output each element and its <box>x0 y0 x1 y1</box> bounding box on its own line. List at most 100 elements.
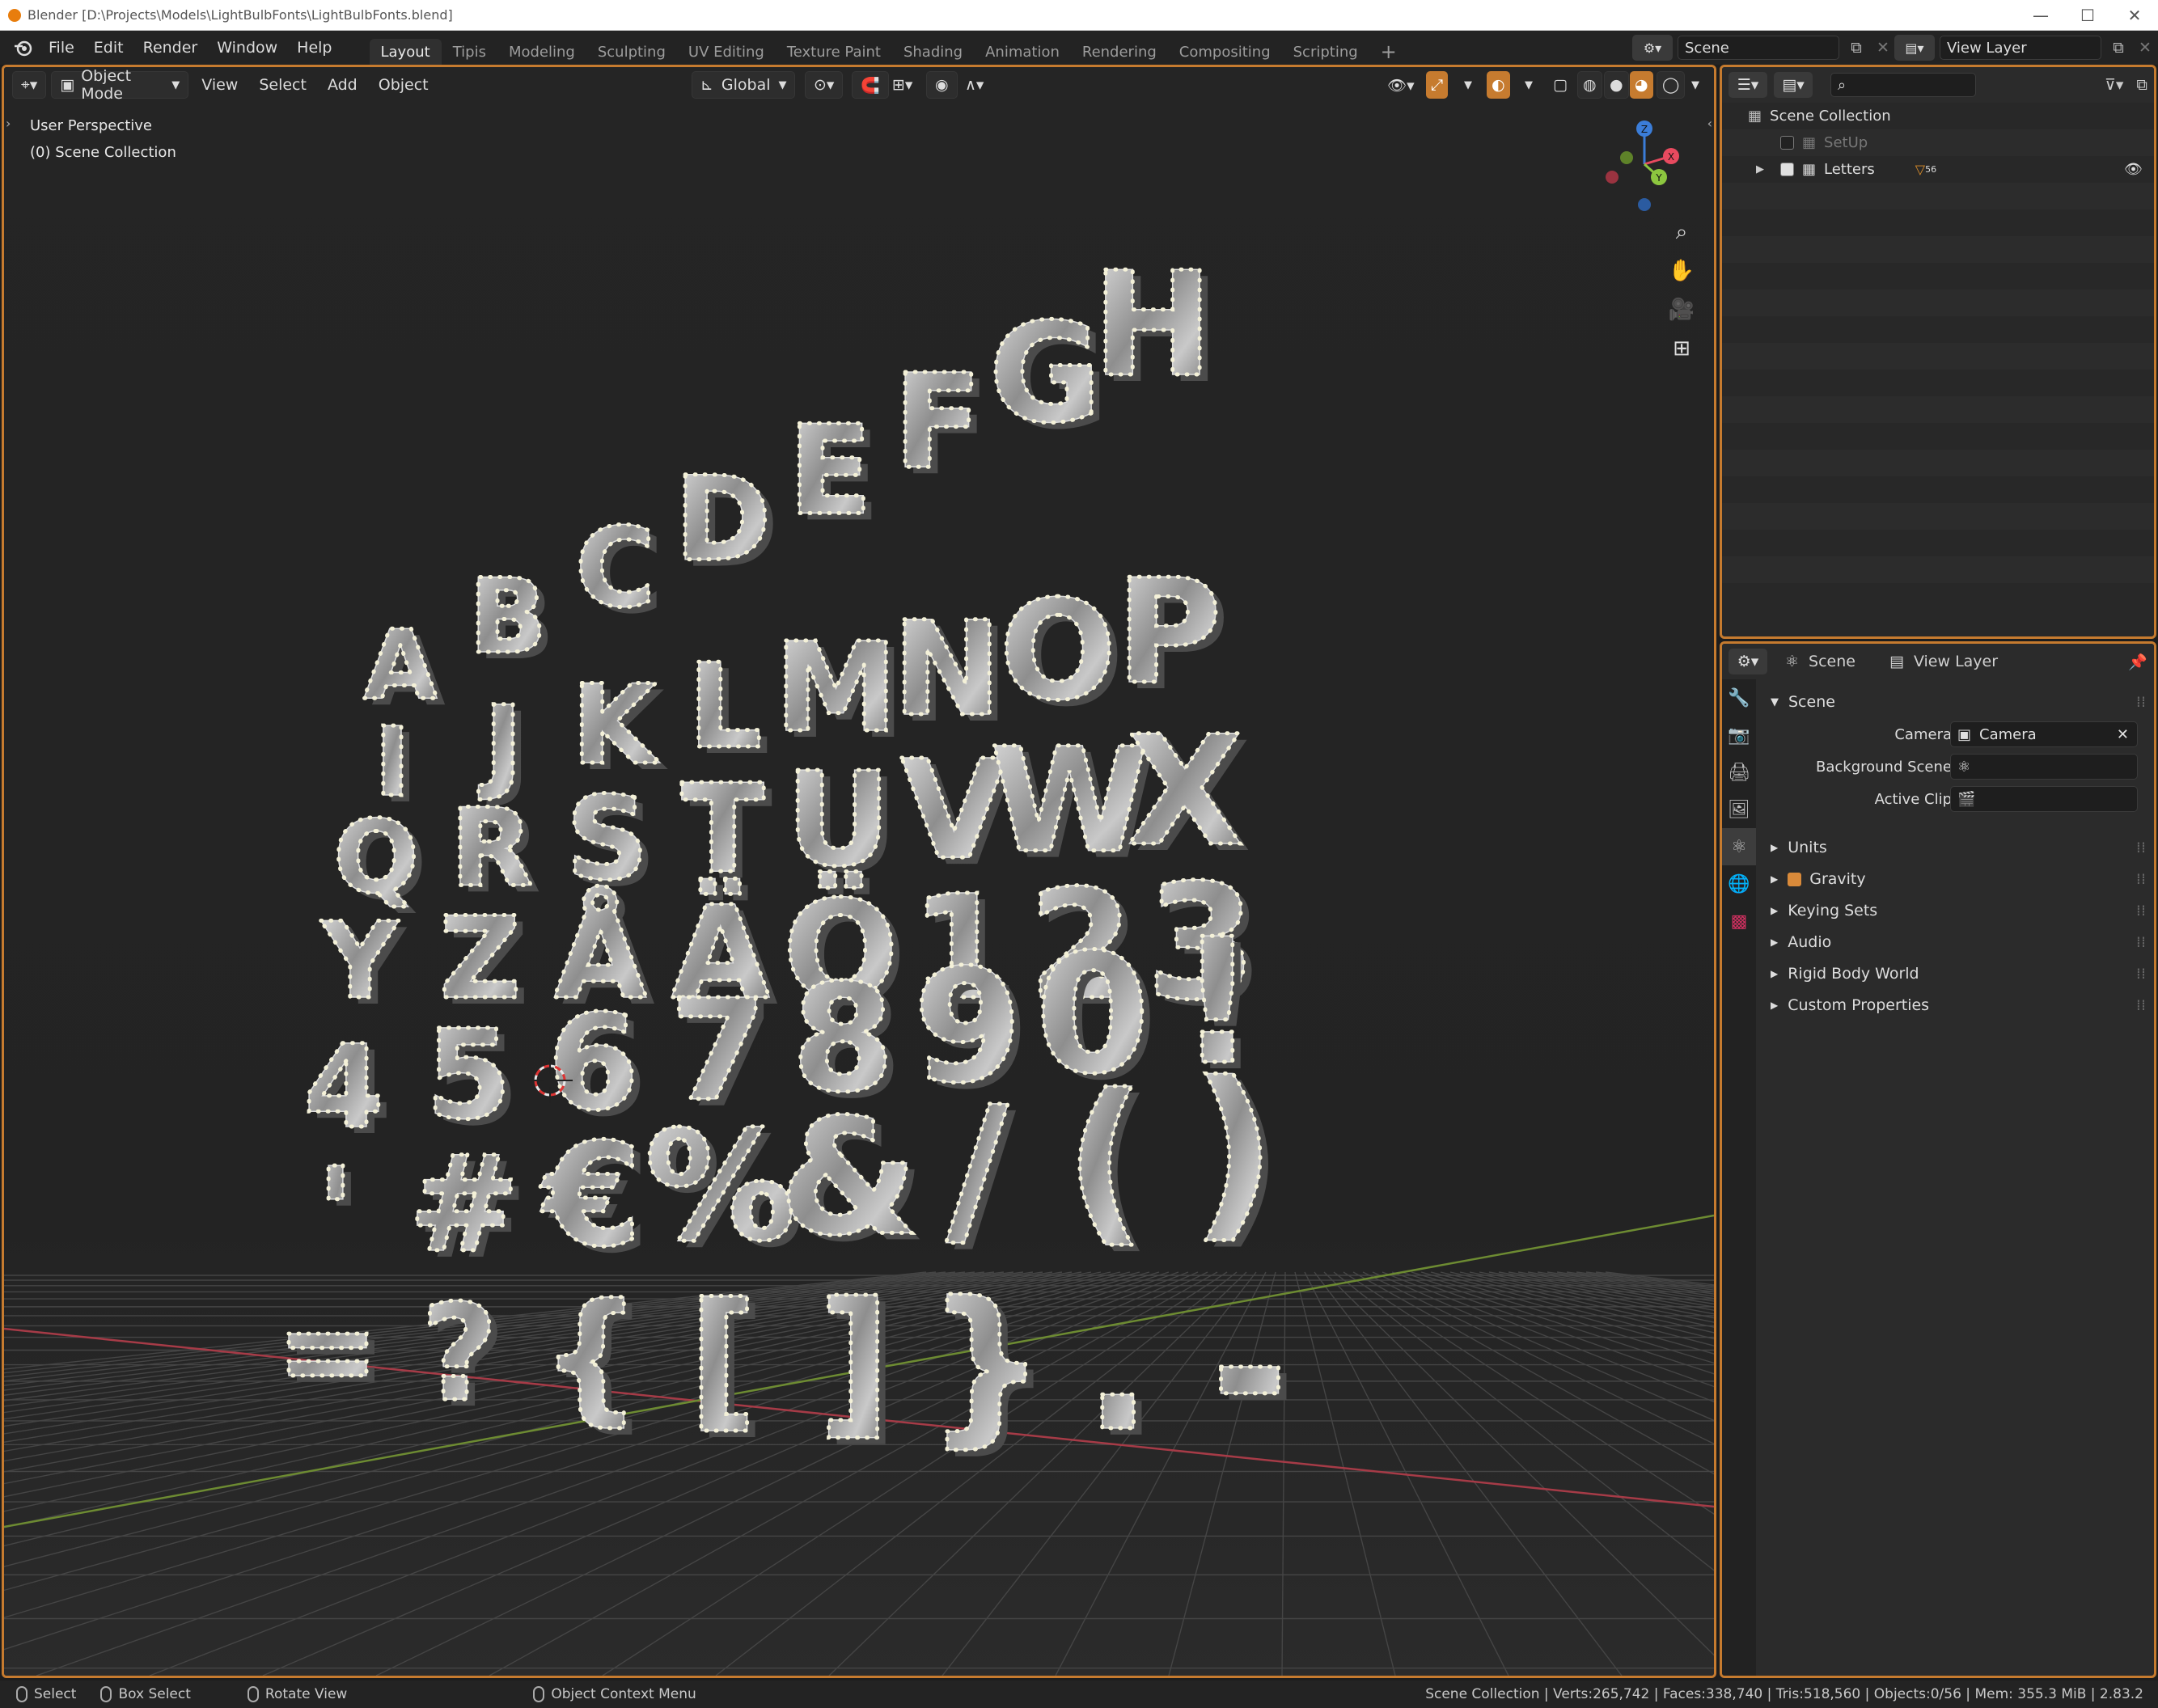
view-layer-tab-icon[interactable]: 🖼 <box>1722 791 1756 828</box>
new-collection-icon[interactable]: ⧉ <box>2136 76 2147 94</box>
tab-rendering[interactable]: Rendering <box>1071 39 1168 65</box>
clear-icon[interactable]: ✕ <box>2117 726 2129 743</box>
scene-name-field[interactable]: Scene <box>1678 36 1839 60</box>
drag-handle-icon[interactable]: ⁞⁞ <box>2136 693 2146 711</box>
glyph-7[interactable]: GGG <box>987 292 1110 459</box>
add-workspace-button[interactable]: + <box>1369 39 1408 65</box>
scene-render[interactable]: AAA BBB CCC DDD EEE FFF GGGHHHIII JJJ KKK LLL MMM N… <box>4 67 1714 1676</box>
glyph-2[interactable]: BBB <box>467 555 555 683</box>
glyph-46[interactable]: /// <box>944 1069 1017 1275</box>
section-custom-properties[interactable]: ▶ Custom Properties ⁞⁞ <box>1771 991 2146 1020</box>
shading-wireframe-button[interactable]: ◍ <box>1577 71 1602 99</box>
outliner-search-input[interactable]: ⌕ <box>1830 73 1976 97</box>
falloff-button[interactable]: ∧▾ <box>957 71 992 99</box>
navigation-gizmo[interactable]: Z X Y <box>1594 114 1691 219</box>
snap-toggle[interactable]: 🧲 <box>852 71 889 99</box>
glyph-54[interactable]: }}} <box>924 1264 1055 1469</box>
section-audio[interactable]: ▶ Audio ⁞⁞ <box>1771 928 2146 957</box>
drag-handle-icon[interactable]: ⁞⁞ <box>2136 902 2146 920</box>
glyph-56[interactable]: --- <box>1208 1258 1297 1486</box>
glyph-47[interactable]: ((( <box>1063 1055 1154 1270</box>
glyph-52[interactable]: [[[ <box>686 1270 765 1454</box>
snap-target-button[interactable]: ⊞▾ <box>884 71 920 99</box>
glyph-15[interactable]: OOO <box>997 569 1124 738</box>
glyph-45[interactable]: &&& <box>776 1082 927 1278</box>
outliner-root-row[interactable]: ▦ Scene Collection <box>1722 103 2154 129</box>
exclude-checkbox[interactable] <box>1780 136 1794 150</box>
visibility-icon[interactable]: 👁▾ <box>1379 71 1423 99</box>
active-clip-field[interactable]: 🎬 <box>1950 786 2138 812</box>
tab-layout[interactable]: Layout <box>369 39 442 65</box>
texture-icon[interactable]: ▩ <box>1722 903 1756 940</box>
minimize-button[interactable]: — <box>2017 0 2064 31</box>
breadcrumb-scene[interactable]: Scene <box>1809 653 1855 670</box>
proportional-edit-toggle[interactable]: ◉ <box>926 71 958 99</box>
outliner-item-letters[interactable]: ▶ ▦ Letters ▽ 56 👁 <box>1722 156 2154 183</box>
tab-uv-editing[interactable]: UV Editing <box>677 39 776 65</box>
glyph-50[interactable]: ??? <box>419 1274 506 1438</box>
eye-icon[interactable]: 👁 <box>2124 161 2143 178</box>
scene-panel-header[interactable]: ▼ Scene ⁞⁞ <box>1771 687 2146 717</box>
output-icon[interactable]: 🖨 <box>1722 754 1756 791</box>
tab-modeling[interactable]: Modeling <box>497 39 586 65</box>
overlay-toggle[interactable]: ◐ <box>1487 71 1510 99</box>
tab-scripting[interactable]: Scripting <box>1282 39 1369 65</box>
drag-handle-icon[interactable]: ⁞⁞ <box>2136 933 2146 951</box>
tab-tipis[interactable]: Tipis <box>442 39 497 65</box>
shading-material-button[interactable]: ◕ <box>1630 71 1653 99</box>
drag-handle-icon[interactable]: ⁞⁞ <box>2136 870 2146 888</box>
outliner-editor-type-button[interactable]: ☰▾ <box>1729 72 1767 98</box>
blender-menu-icon[interactable] <box>6 31 39 65</box>
ortho-grid-icon[interactable]: ⊞ <box>1664 331 1699 366</box>
tab-sculpting[interactable]: Sculpting <box>586 39 677 65</box>
drag-handle-icon[interactable]: ⁞⁞ <box>2136 965 2146 983</box>
neg-z-ball[interactable] <box>1638 198 1651 211</box>
glyph-53[interactable]: ]]] <box>816 1266 899 1461</box>
properties-editor-type-button[interactable]: ⚙▾ <box>1729 649 1767 674</box>
gravity-checkbox[interactable] <box>1788 872 1802 886</box>
view-layer-name-field[interactable]: View Layer <box>1940 36 2101 60</box>
section-units[interactable]: ▶ Units ⁞⁞ <box>1771 833 2146 862</box>
section-gravity[interactable]: ▶ Gravity ⁞⁞ <box>1771 865 2146 894</box>
menu-help[interactable]: Help <box>287 31 341 65</box>
section-rigid-body-world[interactable]: ▶ Rigid Body World ⁞⁞ <box>1771 959 2146 988</box>
tab-texture-paint[interactable]: Texture Paint <box>776 39 892 65</box>
glyph-13[interactable]: MMM <box>772 615 906 767</box>
pivot-point-button[interactable]: ⊙▾ <box>805 71 844 99</box>
menu-view[interactable]: View <box>193 71 246 99</box>
menu-render[interactable]: Render <box>133 31 208 65</box>
glyph-25[interactable]: YYY <box>319 898 408 1029</box>
glyph-49[interactable]: === <box>273 1278 388 1431</box>
scene-tab-icon[interactable]: ⚛ <box>1722 828 1756 865</box>
expand-arrow-icon[interactable]: ▶ <box>1756 163 1772 175</box>
menu-select[interactable]: Select <box>251 71 315 99</box>
gizmo-dropdown[interactable]: ▼ <box>1456 71 1480 99</box>
pin-icon[interactable]: 📌 <box>2128 653 2147 671</box>
world-icon[interactable]: 🌐 <box>1722 865 1756 903</box>
mode-dropdown[interactable]: ▣ Object Mode ▼ <box>51 67 189 103</box>
menu-edit[interactable]: Edit <box>84 31 133 65</box>
tab-shading[interactable]: Shading <box>892 39 974 65</box>
delete-view-layer-icon[interactable]: ✕ <box>2135 39 2155 57</box>
toolbar-expand-icon[interactable]: › <box>6 116 11 131</box>
tool-icon[interactable]: 🔧 <box>1722 679 1756 717</box>
tab-compositing[interactable]: Compositing <box>1168 39 1282 65</box>
pan-hand-icon[interactable]: ✋ <box>1664 253 1699 289</box>
close-button[interactable]: ✕ <box>2111 0 2158 31</box>
glyph-6[interactable]: FFF <box>891 345 990 505</box>
editor-type-button[interactable]: ⌖▾ <box>12 71 47 99</box>
xray-toggle[interactable]: ▢ <box>1545 71 1576 99</box>
zoom-icon[interactable]: ⌕ <box>1664 214 1699 250</box>
glyph-48[interactable]: ))) <box>1189 1040 1284 1267</box>
camera-view-icon[interactable]: 🎥 <box>1664 292 1699 328</box>
glyph-4[interactable]: DDD <box>672 450 779 594</box>
filter-icon[interactable]: ⊽▾ <box>2105 76 2123 94</box>
section-keying-sets[interactable]: ▶ Keying Sets ⁞⁞ <box>1771 896 2146 925</box>
glyph-43[interactable]: €€€ <box>538 1111 650 1285</box>
scene-browse-button[interactable]: ⚙▾ <box>1632 35 1673 61</box>
maximize-button[interactable]: ☐ <box>2064 0 2111 31</box>
glyph-51[interactable]: {{{ <box>539 1272 650 1446</box>
gizmo-toggle[interactable]: ⤢ <box>1426 71 1449 99</box>
camera-field[interactable]: ▣ Camera ✕ <box>1950 721 2138 747</box>
overlay-dropdown[interactable]: ▼ <box>1517 71 1541 99</box>
